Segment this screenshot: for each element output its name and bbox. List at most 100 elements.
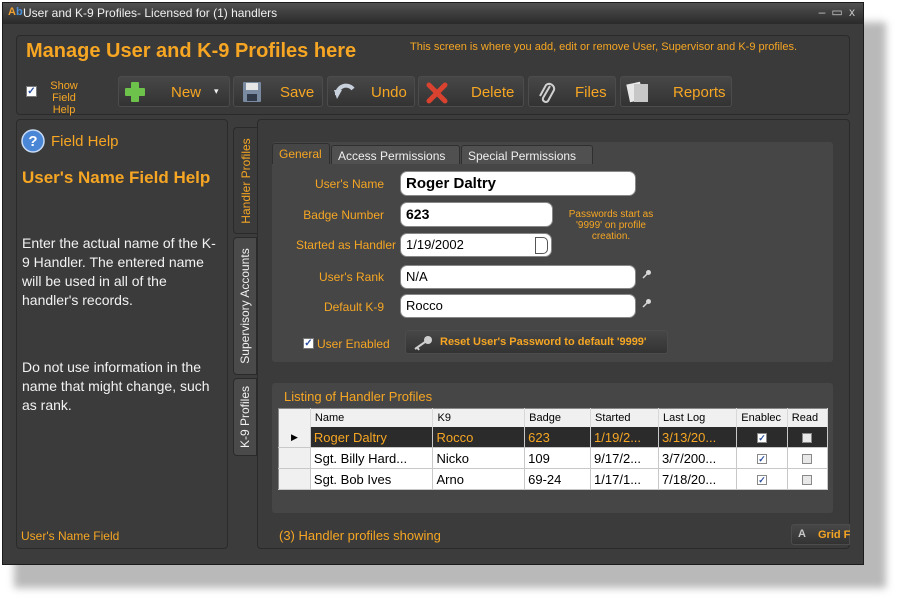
table-row[interactable]: Sgt. Bob Ives Arno 69-24 1/17/1... 7/18/… — [278, 468, 829, 490]
cell-enabled[interactable]: ✓ — [736, 468, 788, 490]
undo-button[interactable]: Undo — [327, 76, 415, 107]
handler-profiles-grid[interactable]: Name K9 Badge Started Last Log Enablec R… — [278, 408, 829, 490]
title-bar[interactable]: Ab User and K-9 Profiles- Licensed for (… — [3, 3, 863, 24]
cell-k9[interactable]: Nicko — [432, 447, 526, 469]
read-checkbox[interactable] — [802, 433, 813, 444]
cell-last-log[interactable]: 3/7/200... — [658, 447, 738, 469]
enabled-checkbox[interactable]: ✓ — [757, 433, 768, 444]
cell-k9[interactable]: Arno — [432, 468, 526, 490]
undo-button-label: Undo — [371, 84, 407, 101]
key-icon — [414, 336, 432, 351]
reports-button[interactable]: Reports — [620, 76, 732, 107]
reset-password-button[interactable]: Reset User's Password to default '9999' — [405, 330, 668, 354]
started-as-handler-label: Started as Handler — [295, 238, 396, 252]
row-selector[interactable] — [278, 447, 311, 469]
tab-handler-profiles-label: Handler Profiles — [238, 137, 253, 224]
badge-number-field[interactable]: 623 — [400, 202, 553, 227]
close-button[interactable]: x — [845, 5, 859, 19]
col-started[interactable]: Started — [590, 408, 660, 427]
grid-header-row: Name K9 Badge Started Last Log Enablec R… — [278, 408, 829, 427]
cell-badge[interactable]: 109 — [524, 447, 592, 469]
cell-started[interactable]: 9/17/2... — [590, 447, 660, 469]
plus-icon — [125, 82, 145, 102]
font-a-icon: A — [798, 528, 806, 540]
started-date-field[interactable]: 1/19/2002 — [400, 233, 552, 257]
svg-text:?: ? — [28, 133, 37, 150]
cell-badge[interactable]: 69-24 — [524, 468, 592, 490]
new-button[interactable]: New ▾ — [118, 76, 230, 107]
cell-started[interactable]: 1/17/1... — [590, 468, 660, 490]
col-enabled[interactable]: Enablec — [736, 408, 788, 427]
read-checkbox[interactable] — [802, 454, 813, 465]
delete-button[interactable]: Delete — [418, 76, 524, 107]
reports-icon — [626, 81, 648, 103]
cell-name[interactable]: Sgt. Bob Ives — [310, 468, 434, 490]
tab-special-permissions[interactable]: Special Permissions — [461, 145, 593, 164]
window-title: User and K-9 Profiles- Licensed for (1) … — [23, 6, 278, 20]
users-rank-field[interactable]: N/A — [400, 265, 636, 289]
cell-started[interactable]: 1/19/2... — [590, 427, 660, 448]
grid-font-button[interactable]: A Grid F — [791, 524, 850, 545]
cell-k9[interactable]: Rocco — [432, 427, 526, 448]
field-help-title: User's Name Field Help — [22, 168, 211, 187]
save-icon — [243, 82, 261, 102]
cell-last-log[interactable]: 3/13/20... — [658, 427, 738, 448]
show-field-help-checkbox[interactable]: ✓ — [26, 86, 37, 97]
page-description: This screen is where you add, edit or re… — [410, 41, 798, 53]
table-row[interactable]: ▶ Roger Daltry Rocco 623 1/19/2... 3/13/… — [278, 427, 829, 448]
paperclip-icon — [539, 82, 556, 103]
users-name-label: User's Name — [315, 177, 384, 191]
grid-corner — [278, 408, 311, 427]
calendar-icon[interactable] — [535, 237, 548, 254]
default-k9-label: Default K-9 — [323, 300, 384, 314]
read-checkbox[interactable] — [802, 475, 813, 486]
files-button[interactable]: Files — [528, 76, 616, 107]
save-button-label: Save — [280, 84, 315, 101]
user-enabled-checkbox[interactable]: ✓ — [303, 338, 314, 349]
reports-button-label: Reports — [673, 84, 726, 101]
tab-supervisory-accounts[interactable]: Supervisory Accounts — [233, 237, 257, 375]
show-field-help-label: Show Field Help — [50, 80, 78, 116]
profiles-count-status: (3) Handler profiles showing — [279, 528, 441, 543]
col-read[interactable]: Read — [787, 408, 829, 427]
enabled-checkbox[interactable]: ✓ — [757, 475, 768, 486]
maximize-button[interactable]: ▭ — [830, 5, 844, 19]
col-k9[interactable]: K9 — [432, 408, 526, 427]
new-button-label: New — [171, 84, 202, 101]
k9-lookup-key-icon[interactable] — [642, 298, 652, 308]
cell-last-log[interactable]: 7/18/20... — [658, 468, 738, 490]
cell-enabled[interactable]: ✓ — [736, 427, 788, 448]
users-name-field[interactable]: Roger Daltry — [400, 171, 636, 196]
default-k9-field[interactable]: Rocco — [400, 294, 636, 318]
cell-name[interactable]: Sgt. Billy Hard... — [310, 447, 434, 469]
cell-badge[interactable]: 623 — [524, 427, 592, 448]
field-help-text-1: Enter the actual name of the K-9 Handler… — [22, 235, 216, 308]
show-field-help-toggle[interactable]: ✓ Show Field Help — [22, 80, 114, 116]
user-enabled-toggle[interactable]: ✓ User Enabled — [302, 336, 397, 352]
row-selector[interactable] — [278, 468, 311, 490]
cell-enabled[interactable]: ✓ — [736, 447, 788, 469]
cell-read[interactable] — [787, 427, 829, 448]
field-help-footer: User's Name Field — [21, 529, 120, 543]
table-row[interactable]: Sgt. Billy Hard... Nicko 109 9/17/2... 3… — [278, 447, 829, 469]
delete-x-icon — [426, 82, 448, 104]
save-button[interactable]: Save — [233, 76, 323, 107]
enabled-checkbox[interactable]: ✓ — [757, 454, 768, 465]
col-name[interactable]: Name — [310, 408, 434, 427]
tab-k9-profiles[interactable]: K-9 Profiles — [233, 378, 257, 456]
tab-handler-profiles[interactable]: Handler Profiles — [233, 127, 257, 234]
started-date-value: 1/19/2002 — [406, 237, 464, 252]
tab-general[interactable]: General — [272, 143, 330, 164]
cell-read[interactable] — [787, 468, 829, 490]
grid-font-label: Grid F — [818, 529, 851, 541]
delete-button-label: Delete — [471, 84, 515, 101]
password-note: Passwords start as '9999' on profile cre… — [568, 209, 654, 242]
tab-access-permissions[interactable]: Access Permissions — [331, 145, 460, 164]
rank-lookup-key-icon[interactable] — [642, 269, 652, 279]
badge-number-label: Badge Number — [303, 208, 384, 222]
col-badge[interactable]: Badge — [524, 408, 592, 427]
cell-read[interactable] — [787, 447, 829, 469]
minimize-button[interactable]: – — [815, 5, 829, 19]
cell-name[interactable]: Roger Daltry — [310, 427, 434, 448]
col-last-log[interactable]: Last Log — [658, 408, 738, 427]
